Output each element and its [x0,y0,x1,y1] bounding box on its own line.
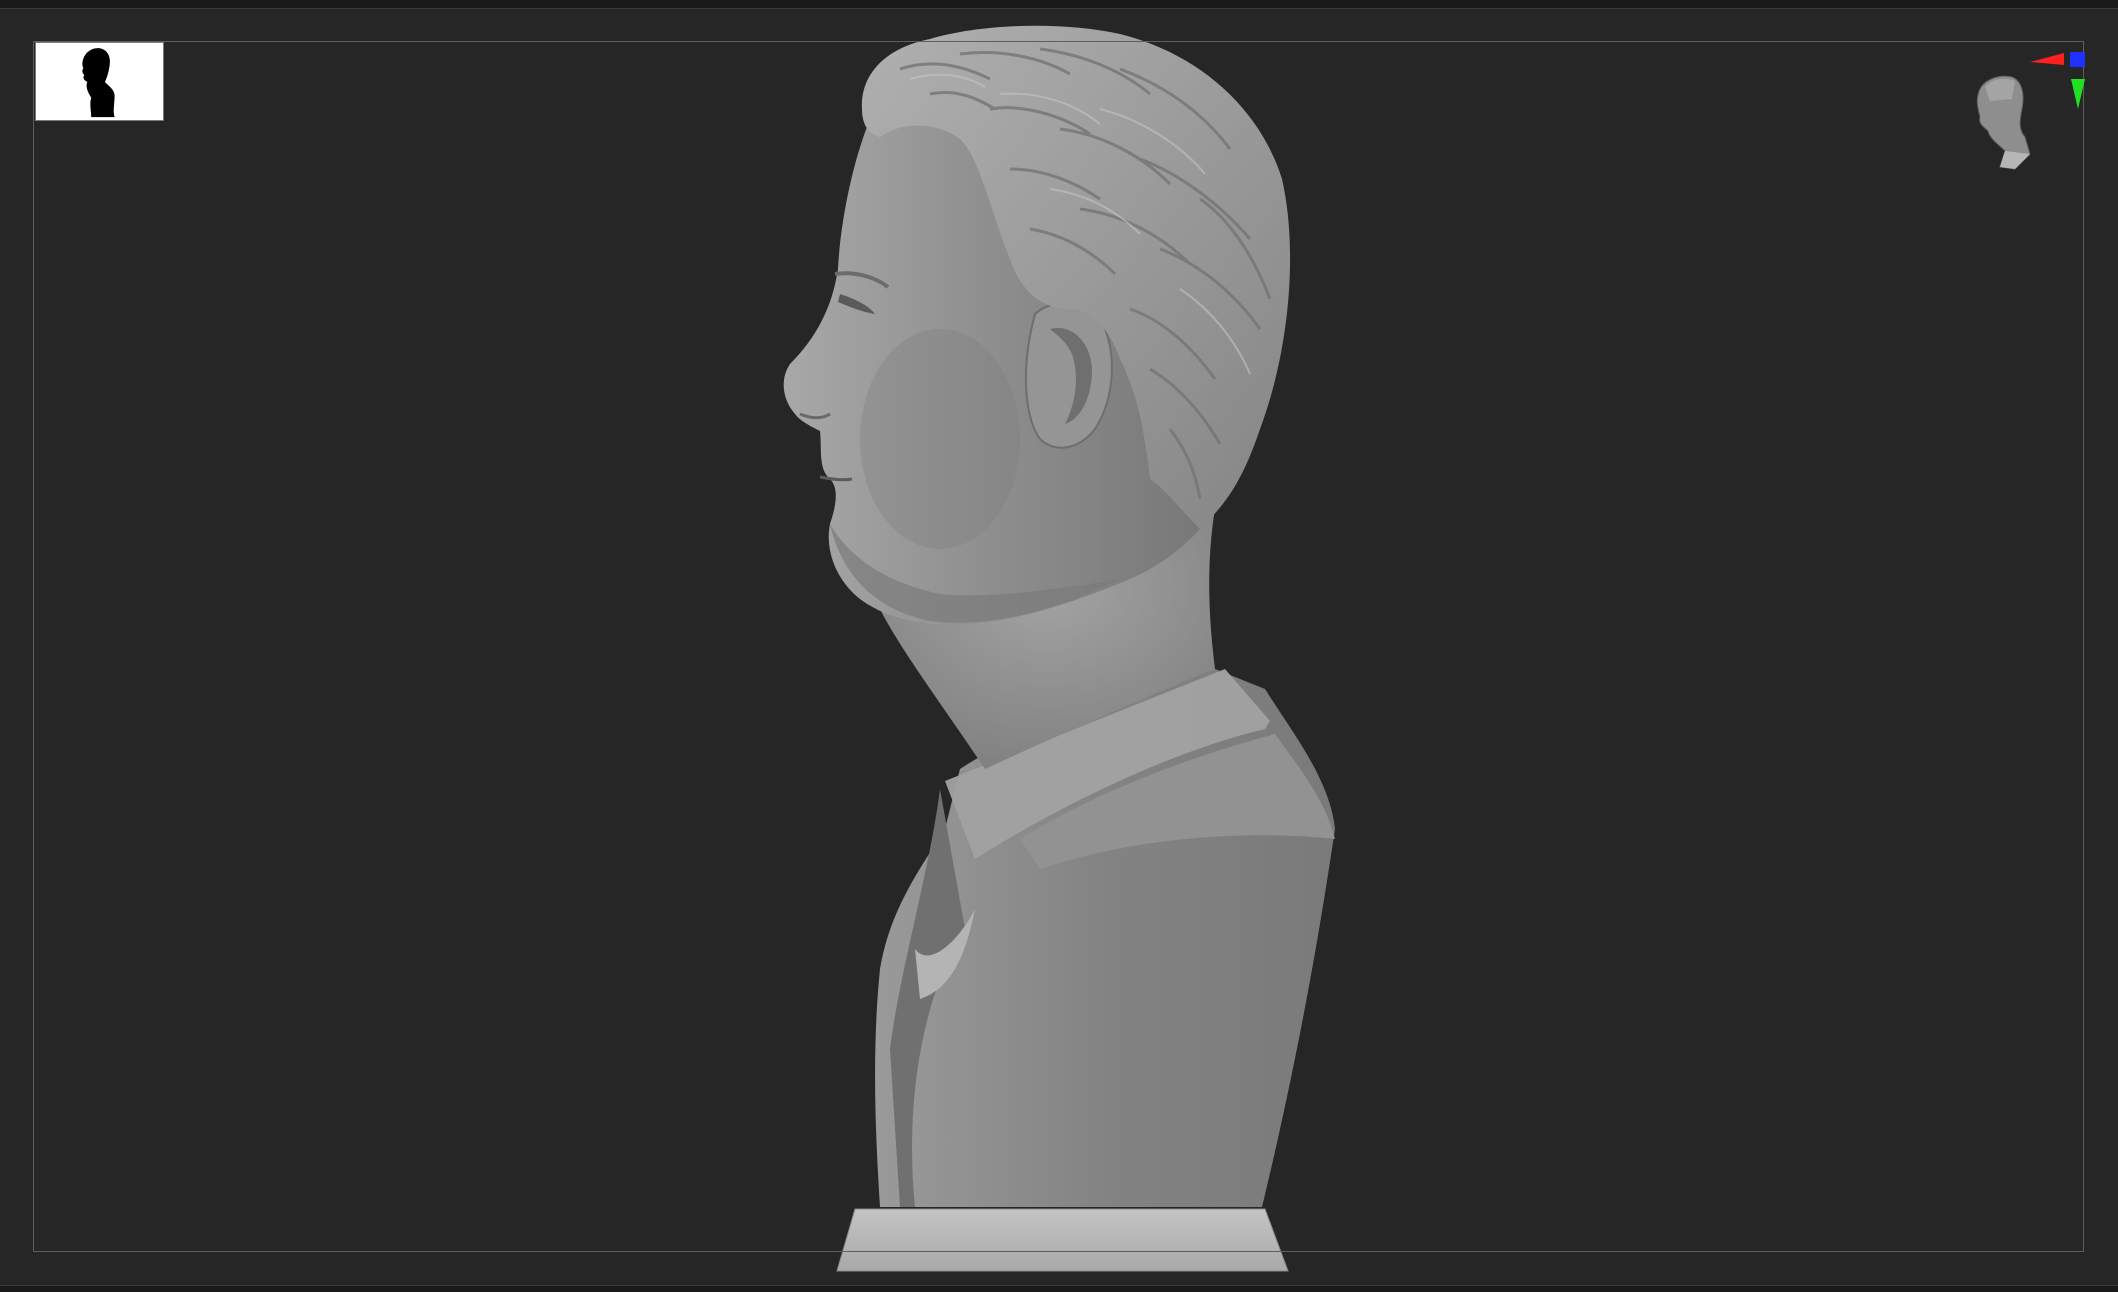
3d-viewport[interactable] [0,9,2118,1285]
x-axis-arrow [2030,53,2064,65]
app-window [0,0,2118,1292]
head-orientation-icon [1976,52,2085,170]
silhouette-thumbnail[interactable] [35,42,164,121]
top-toolbar-edge [0,0,2118,9]
head-silhouette-icon [82,48,115,118]
y-axis-arrow [2071,79,2085,109]
orientation-gizmo[interactable] [1960,39,2090,189]
canvas-document-border [33,41,2084,1252]
z-axis-marker [2070,52,2085,67]
bottom-edge [0,1285,2118,1292]
